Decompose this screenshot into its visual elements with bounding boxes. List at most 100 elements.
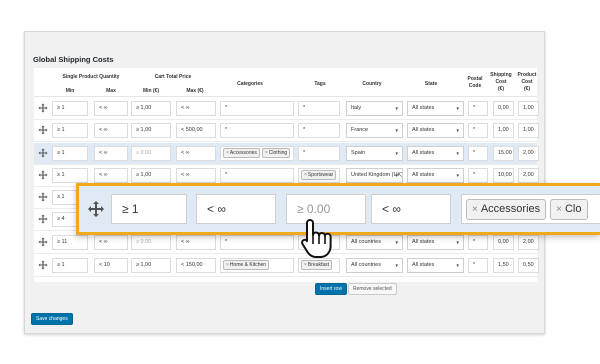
shipping-cost-input[interactable]: 0,00 xyxy=(493,235,514,250)
state-select[interactable]: All states ▼ xyxy=(407,168,464,183)
price-min-input[interactable]: ≥ 1,00 xyxy=(131,123,171,138)
remove-x-icon[interactable]: × xyxy=(556,204,562,215)
product-cost-input[interactable]: 2,00 xyxy=(518,168,539,183)
product-cost-input[interactable]: 0,50 xyxy=(518,258,539,273)
zoom-tag-accessories[interactable]: × Accessories xyxy=(466,199,547,221)
table-row[interactable]: ≥ 1 < 10 ≥ 1,00 < 150,00 ×Home & Kitchen ×Bre… xyxy=(34,255,539,277)
country-select[interactable]: United Kingdom (UK) ▼ xyxy=(346,168,403,183)
postal-code-input[interactable]: * xyxy=(468,123,488,138)
price-min-input[interactable]: ≥ 1,00 xyxy=(131,168,171,183)
price-max-input[interactable]: < 500,00 xyxy=(176,123,216,138)
category-tag[interactable]: ×Accessories xyxy=(223,147,260,158)
price-min-input[interactable]: ≥ 1,00 xyxy=(131,258,171,273)
table-row[interactable]: ≥ 1 < ∞ ≥ 0.00 < ∞ ×Accessories ×Clothing * Spa… xyxy=(34,143,539,165)
move-arrows-icon[interactable] xyxy=(38,237,48,247)
remove-x-icon[interactable]: × xyxy=(226,150,229,156)
remove-x-icon[interactable]: × xyxy=(226,262,229,268)
price-min-input[interactable]: ≥ 1,00 xyxy=(131,101,171,116)
remove-x-icon[interactable]: × xyxy=(304,262,307,268)
price-max-input[interactable]: < ∞ xyxy=(176,235,216,250)
state-select[interactable]: All states ▼ xyxy=(407,101,464,116)
quantity-max-input[interactable]: < ∞ xyxy=(94,235,128,250)
remove-x-icon[interactable]: × xyxy=(472,204,478,215)
country-select[interactable]: France ▼ xyxy=(346,123,403,138)
category-tag[interactable]: ×Home & Kitchen xyxy=(223,259,270,270)
product-cost-input[interactable]: 2,00 xyxy=(518,235,539,250)
move-arrows-icon[interactable] xyxy=(38,192,48,202)
save-changes-button[interactable]: Save changes xyxy=(31,313,73,325)
quantity-min-input[interactable]: ≥ 1 xyxy=(52,258,88,273)
zoom-tag-clothing[interactable]: × Clo xyxy=(550,199,588,221)
categories-select[interactable]: ×Home & Kitchen xyxy=(220,258,294,273)
shipping-cost-input[interactable]: 1,00 xyxy=(493,123,514,138)
table-row[interactable]: ≥ 1 < ∞ ≥ 1,00 < 500,00 * * France ▼ All states ▼… xyxy=(34,120,539,142)
quantity-max-input[interactable]: < ∞ xyxy=(94,123,128,138)
country-select[interactable]: All countries ▼ xyxy=(346,235,403,250)
categories-select[interactable]: * xyxy=(220,235,294,250)
quantity-max-input[interactable]: < 10 xyxy=(94,258,128,273)
zoom-price-max-input[interactable]: < ∞ xyxy=(371,194,451,224)
product-cost-input[interactable]: 1,00 xyxy=(518,101,539,116)
shipping-cost-input[interactable]: 15,00 xyxy=(493,146,514,161)
state-select[interactable]: All states ▼ xyxy=(407,235,464,250)
zoom-quantity-min-input[interactable]: ≥ 1 xyxy=(111,194,187,224)
state-select[interactable]: All states ▼ xyxy=(407,123,464,138)
price-max-input[interactable]: < 150,00 xyxy=(176,258,216,273)
price-min-input[interactable]: ≥ 0.00 xyxy=(131,235,171,250)
quantity-min-input[interactable]: ≥ 11 xyxy=(52,235,88,250)
categories-select[interactable]: ×Accessories ×Clothing xyxy=(220,146,294,161)
price-min-input[interactable]: ≥ 0.00 xyxy=(131,146,171,161)
price-max-input[interactable]: < ∞ xyxy=(176,168,216,183)
country-select[interactable]: Italy ▼ xyxy=(346,101,403,116)
shipping-cost-input[interactable]: 1,50 xyxy=(493,258,514,273)
shipping-cost-input[interactable]: 10,00 xyxy=(493,168,514,183)
move-arrows-icon[interactable] xyxy=(87,200,105,218)
quantity-min-input[interactable]: ≥ 1 xyxy=(52,123,88,138)
product-cost-input[interactable]: 2,00 xyxy=(518,146,539,161)
quantity-min-input[interactable]: ≥ 1 xyxy=(52,101,88,116)
move-arrows-icon[interactable] xyxy=(38,214,48,224)
price-max-input[interactable]: < ∞ xyxy=(176,146,216,161)
move-arrows-icon[interactable] xyxy=(38,260,48,270)
tags-select[interactable]: ×Sportswear xyxy=(298,168,340,183)
postal-code-input[interactable]: * xyxy=(468,146,488,161)
quantity-min-input[interactable]: ≥ 1 xyxy=(52,168,88,183)
remove-x-icon[interactable]: × xyxy=(304,172,307,178)
categories-select[interactable]: * xyxy=(220,101,294,116)
postal-code-input[interactable]: * xyxy=(468,258,488,273)
header-product-cost: Product Cost (€) xyxy=(517,72,537,92)
quantity-max-input[interactable]: < ∞ xyxy=(94,168,128,183)
state-select[interactable]: All states ▼ xyxy=(407,146,464,161)
product-cost-input[interactable]: 1,00 xyxy=(518,123,539,138)
move-arrows-icon[interactable] xyxy=(38,148,48,158)
postal-code-input[interactable]: * xyxy=(468,235,488,250)
zoom-quantity-max-input[interactable]: < ∞ xyxy=(196,194,276,224)
zoom-categories-select[interactable]: × Accessories × Clo xyxy=(461,194,600,224)
country-select[interactable]: All countries ▼ xyxy=(346,258,403,273)
quantity-min-input[interactable]: ≥ 1 xyxy=(52,146,88,161)
shipping-cost-input[interactable]: 0,00 xyxy=(493,101,514,116)
move-arrows-icon[interactable] xyxy=(38,103,48,113)
quantity-max-input[interactable]: < ∞ xyxy=(94,146,128,161)
insert-row-button[interactable]: Insert row xyxy=(315,283,347,295)
table-row[interactable]: ≥ 1 < ∞ ≥ 1,00 < ∞ * * Italy ▼ All states ▼ * 0,00 1… xyxy=(34,98,539,120)
move-arrows-icon[interactable] xyxy=(38,125,48,135)
tags-select[interactable]: * xyxy=(298,123,340,138)
postal-code-input[interactable]: * xyxy=(468,101,488,116)
product-tag[interactable]: ×Breakfast xyxy=(301,259,333,270)
price-max-input[interactable]: < ∞ xyxy=(176,101,216,116)
categories-select[interactable]: * xyxy=(220,168,294,183)
tags-select[interactable]: * xyxy=(298,146,340,161)
postal-code-input[interactable]: * xyxy=(468,168,488,183)
categories-select[interactable]: * xyxy=(220,123,294,138)
product-tag[interactable]: ×Sportswear xyxy=(301,169,337,180)
state-select[interactable]: All states ▼ xyxy=(407,258,464,273)
move-arrows-icon[interactable] xyxy=(38,170,48,180)
quantity-max-input[interactable]: < ∞ xyxy=(94,101,128,116)
remove-selected-button[interactable]: Remove selected xyxy=(348,283,397,295)
tags-select[interactable]: * xyxy=(298,101,340,116)
remove-x-icon[interactable]: × xyxy=(265,150,268,156)
table-row[interactable]: ≥ 11< ∞≥ 0.00< ∞**All countries▼All stat… xyxy=(34,232,539,254)
country-select[interactable]: Spain ▼ xyxy=(346,146,403,161)
category-tag[interactable]: ×Clothing xyxy=(261,147,291,158)
